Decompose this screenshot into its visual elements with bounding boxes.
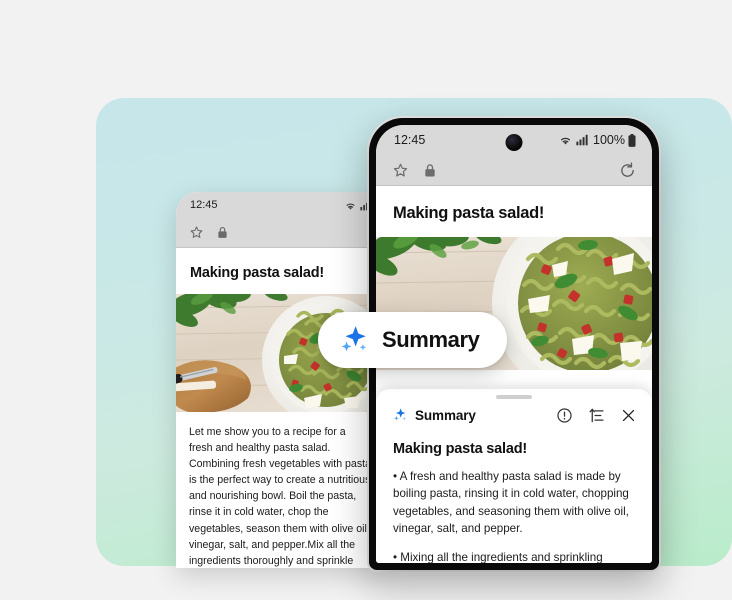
battery-icon xyxy=(628,133,636,147)
summary-article-title: Making pasta salad! xyxy=(393,440,527,457)
front-battery-text: 100% xyxy=(593,133,625,147)
phone-back-screen: 12:45 Making pasta salad! Let me show yo… xyxy=(176,192,384,568)
summary-header: Summary xyxy=(376,399,652,433)
bookmark-star-icon[interactable] xyxy=(392,162,409,179)
summary-bullet: • Mixing all the ingredients and sprinkl… xyxy=(393,550,603,563)
wifi-icon xyxy=(560,137,571,145)
info-circle-icon[interactable] xyxy=(556,407,573,424)
sparkle-icon xyxy=(341,326,367,352)
summary-pill-button[interactable]: Summary xyxy=(318,312,508,368)
refresh-icon[interactable] xyxy=(619,161,636,179)
bookmark-star-icon[interactable] xyxy=(189,225,204,240)
close-icon[interactable] xyxy=(620,407,637,424)
lock-icon xyxy=(218,226,227,238)
summary-bullet: • A fresh and healthy pasta salad is mad… xyxy=(393,469,629,536)
back-browser-toolbar[interactable] xyxy=(176,218,384,248)
summary-sheet: Summary Making pasta salad! • A fresh an… xyxy=(376,389,652,563)
sparkle-icon xyxy=(394,408,406,421)
front-status-bar: 12:45 100% xyxy=(376,125,652,155)
front-status-time: 12:45 xyxy=(394,133,426,147)
back-page-title: Making pasta salad! xyxy=(190,265,324,281)
back-status-bar: 12:45 xyxy=(176,192,384,218)
format-list-icon[interactable] xyxy=(588,407,605,424)
front-camera-icon xyxy=(505,134,523,151)
phone-back: 12:45 Making pasta salad! Let me show yo… xyxy=(176,192,384,568)
summary-actions xyxy=(556,407,637,424)
back-status-time: 12:45 xyxy=(190,199,218,211)
lock-icon xyxy=(425,163,435,176)
back-article-text: Let me show you to a recipe for a fresh … xyxy=(189,426,371,567)
summary-header-label: Summary xyxy=(415,407,476,423)
front-browser-toolbar[interactable] xyxy=(376,155,652,186)
signal-icon xyxy=(576,134,588,146)
front-page-title: Making pasta salad! xyxy=(393,204,545,222)
wifi-icon xyxy=(346,202,355,210)
summary-pill-label: Summary xyxy=(382,327,480,352)
